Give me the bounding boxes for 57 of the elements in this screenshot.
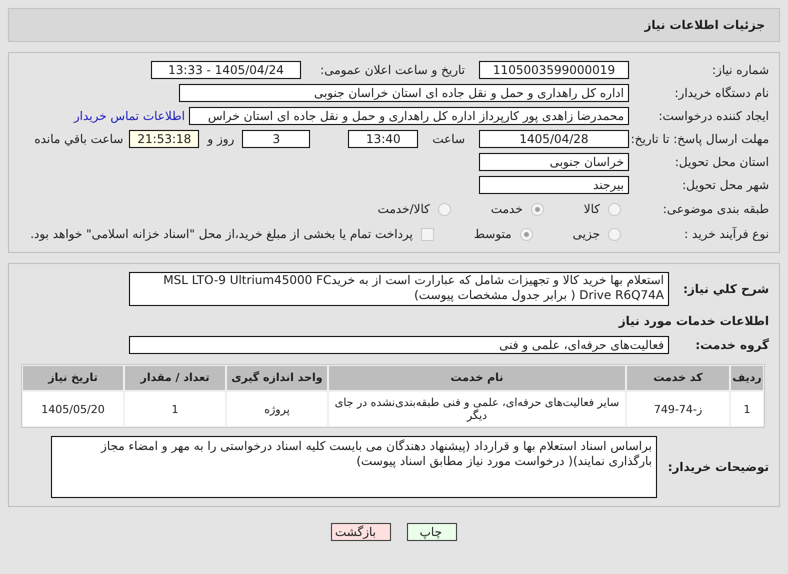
payment-checkbox[interactable] bbox=[420, 228, 434, 240]
field-label: استان محل تحویل: bbox=[674, 154, 769, 171]
radio-button[interactable] bbox=[530, 202, 544, 216]
table-cell: پروژه bbox=[227, 392, 327, 426]
province-field: خراسان جنوبی bbox=[479, 153, 629, 171]
table-cell: ز-74-749 bbox=[627, 392, 729, 426]
radio-label: متوسط bbox=[474, 226, 512, 243]
field-label: طبقه بندی موضوعی: bbox=[662, 201, 769, 218]
buyer-field: اداره کل راهداری و حمل و نقل جاده ای استان خراسان جنوبی bbox=[179, 84, 629, 102]
page-title: جزئیات اطلاعات نیاز bbox=[644, 17, 765, 34]
radio-label: جزیی bbox=[572, 226, 600, 243]
field-label: شرح کلي نیاز: bbox=[682, 281, 769, 298]
deadline-date-field: 1405/04/28 bbox=[479, 130, 629, 148]
back-button[interactable]: بازگشت bbox=[331, 523, 391, 541]
service-group-field: فعالیت‌های حرفه‌ای، علمی و فنی bbox=[129, 336, 669, 354]
field-label: توضیحات خریدار: bbox=[666, 459, 769, 476]
column-header: تعداد / مقدار bbox=[125, 366, 225, 390]
radio-label: کالا/خدمت bbox=[378, 201, 430, 218]
need-number-field: 1105003599000019 bbox=[479, 61, 629, 79]
payment-note: پرداخت تمام یا بخشی از مبلغ خرید،از محل "اسناد خزانه اسلامی" خواهد بود. bbox=[30, 226, 413, 243]
remaining-label: ساعت باقي مانده bbox=[34, 131, 124, 148]
table-cell: سایر فعالیت‌های حرفه‌ای، علمی و فنی طبقه‌بندی‌نشده در جای دیگر bbox=[329, 392, 625, 426]
field-label: نوع فرآیند خرید : bbox=[683, 226, 769, 243]
field-label: ایجاد کننده درخواست: bbox=[657, 108, 769, 125]
radio-button[interactable] bbox=[608, 228, 621, 240]
field-label: مهلت ارسال پاسخ: تا تاریخ: bbox=[630, 132, 769, 146]
notes-field[interactable]: براساس اسناد استعلام بها و قرارداد (پیشنهاد دهندگان می بایست کلیه اسناد درخواستی را به مهر و امضاء مجاز بارگذاری نمایند)( درخواست مورد نیاز مطابق اسناد پیوست) bbox=[51, 436, 657, 498]
section-heading: اطلاعات خدمات مورد نیاز bbox=[617, 313, 769, 330]
creator-field: محمدرضا زاهدی پور کارپرداز اداره کل راهداری و حمل و نقل جاده ای استان خراس bbox=[189, 107, 629, 125]
field-label: شهر محل تحویل: bbox=[681, 177, 769, 194]
deadline-time-field: 13:40 bbox=[348, 130, 418, 148]
announce-date-field: 1405/04/24 - 13:33 bbox=[151, 61, 301, 79]
city-field: بیرجند bbox=[479, 176, 629, 194]
table-cell: 1 bbox=[125, 392, 225, 426]
radio-label: خدمت bbox=[490, 201, 523, 218]
column-header: کد خدمت bbox=[627, 366, 729, 390]
table-cell: 1 bbox=[731, 392, 763, 426]
time-label: ساعت bbox=[432, 131, 465, 148]
column-header: نام خدمت bbox=[329, 366, 625, 390]
field-label: گروه خدمت: bbox=[694, 337, 769, 354]
days-field: 3 bbox=[242, 130, 310, 148]
remaining-time-field: 21:53:18 bbox=[129, 130, 200, 148]
field-label: شماره نیاز: bbox=[711, 62, 769, 79]
radio-button[interactable] bbox=[520, 228, 533, 240]
field-label: نام دستگاه خریدار: bbox=[674, 85, 769, 102]
description-field[interactable]: استعلام بها خرید کالا و تجهیزات شامل که عبارارت است از به خریدMSL LTO-9 Ultrium45000 FC Drive R6Q74A ( برابر جدول مشخصات پیوست) bbox=[129, 272, 669, 306]
column-header: ردیف bbox=[731, 366, 763, 390]
radio-button[interactable] bbox=[608, 202, 621, 216]
contact-link[interactable]: اطلاعات تماس خریدار bbox=[74, 107, 185, 125]
radio-label: کالا bbox=[584, 201, 600, 218]
table-cell: 1405/05/20 bbox=[23, 392, 123, 426]
field-label: تاریخ و ساعت اعلان عمومی: bbox=[319, 62, 466, 79]
print-button[interactable]: چاپ bbox=[407, 523, 457, 541]
radio-button[interactable] bbox=[438, 202, 451, 216]
days-label: روز و bbox=[207, 131, 234, 148]
column-header: واحد اندازه گیری bbox=[227, 366, 327, 390]
column-header: تاریخ نیاز bbox=[23, 366, 123, 390]
